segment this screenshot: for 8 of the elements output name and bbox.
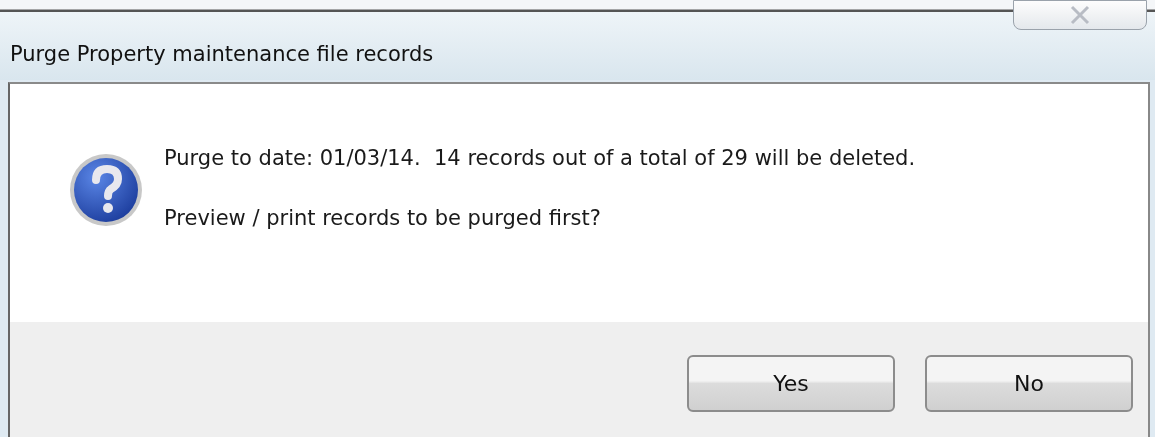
question-icon (68, 152, 144, 228)
message-text: Preview / print records to be purged first? (164, 206, 602, 230)
window-title: Purge Property maintenance file records (10, 42, 434, 66)
close-button[interactable] (1013, 0, 1147, 30)
message-text: Purge to date: 01/03/14. 14 records out of a total of 29 will be deleted. (164, 146, 916, 170)
dialog-button[interactable]: Yes (687, 355, 895, 412)
dialog-button[interactable]: No (925, 355, 1133, 412)
close-icon (1069, 5, 1091, 25)
